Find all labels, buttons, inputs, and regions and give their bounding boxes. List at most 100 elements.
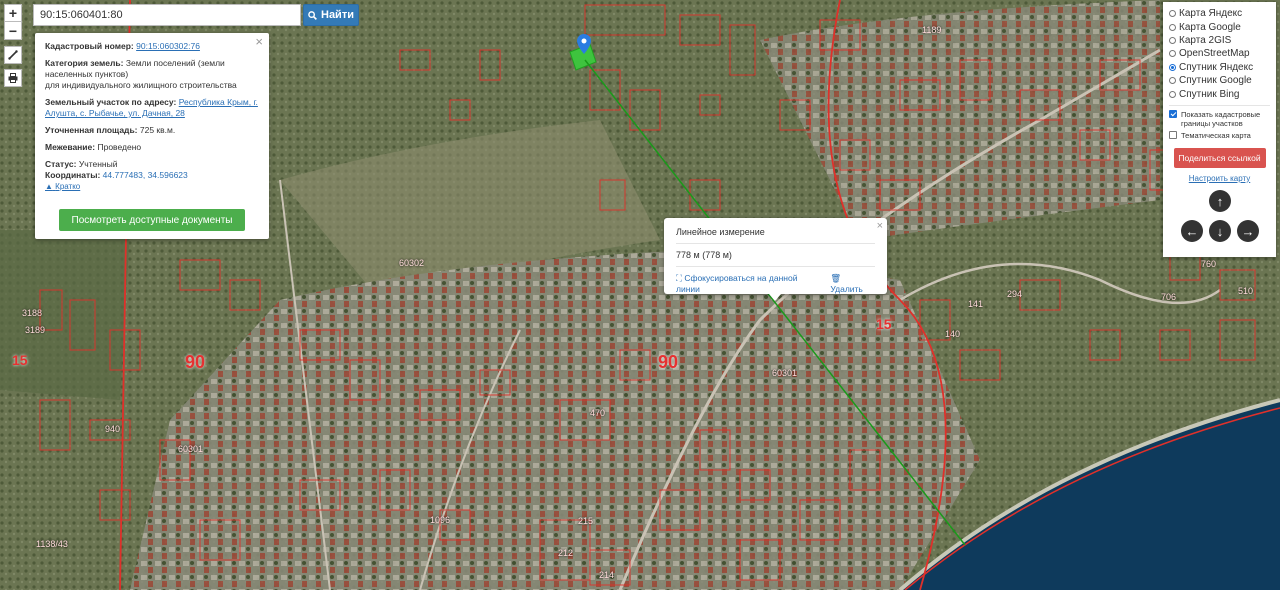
parcel-label: 470 — [590, 408, 606, 418]
parcel-label: 141 — [968, 299, 984, 309]
ruler-icon — [8, 50, 18, 60]
parcel-label: 215 — [578, 516, 594, 526]
address-label: Земельный участок по адресу: — [45, 97, 177, 107]
usage-value: для индивидуального жилищного строительс… — [45, 80, 237, 90]
layer-option-label: Карта Яндекс — [1179, 8, 1243, 20]
arrow-left-icon: ← — [1185, 223, 1199, 239]
print-button[interactable] — [4, 69, 22, 87]
layer-option[interactable]: Карта Google — [1169, 20, 1270, 33]
quarter-label: 60301 — [772, 368, 798, 378]
survey-value: Проведено — [97, 142, 142, 152]
coords-label: Координаты: — [45, 170, 101, 180]
layer-option-label: Карта Google — [1179, 21, 1241, 33]
parcel-label: 3189 — [25, 325, 46, 335]
parcel-label: 140 — [945, 329, 961, 339]
parcel-label: 706 — [1161, 292, 1177, 302]
collapse-label: Кратко — [55, 182, 81, 191]
parcel-label: 3188 — [22, 308, 43, 318]
radio-icon — [1169, 90, 1176, 98]
pan-right-button[interactable]: → — [1237, 220, 1259, 242]
checkbox-checked-icon — [1169, 109, 1177, 118]
measure-popup: × Линейное измерение 778 м (778 м) ⛶ Сфо… — [664, 218, 887, 294]
survey-label: Межевание: — [45, 142, 96, 152]
parcel-label: 940 — [105, 424, 121, 434]
setup-map-link[interactable]: Настроить карту — [1169, 174, 1270, 183]
arrow-right-icon: → — [1241, 223, 1255, 239]
zoom-in-button[interactable]: + — [4, 4, 22, 22]
coords-value: 44.777483, 34.596623 — [102, 170, 188, 180]
find-button[interactable]: Найти — [303, 4, 359, 26]
layer-option[interactable]: Карта Яндекс — [1169, 7, 1270, 20]
focus-icon: ⛶ — [676, 273, 682, 283]
cadastral-label: Кадастровый номер: — [45, 41, 134, 51]
caret-up-icon: ▲ — [45, 182, 53, 191]
radio-icon — [1169, 23, 1176, 31]
quarter-label: 60302 — [399, 258, 425, 268]
district-label: 15 — [12, 352, 28, 368]
measure-distance: 778 м (778 м) — [676, 250, 732, 260]
show-cadastral-checkbox[interactable]: Показать кадастровые границы участков — [1169, 109, 1270, 128]
radio-icon — [1169, 10, 1176, 18]
radio-selected-icon — [1169, 63, 1176, 71]
measure-title: Линейное измерение — [676, 227, 765, 237]
radio-icon — [1169, 77, 1176, 85]
pan-down-button[interactable]: ↓ — [1209, 220, 1231, 242]
area-label: Уточненная площадь: — [45, 125, 138, 135]
collapse-link[interactable]: ▲ Кратко — [45, 181, 259, 192]
layer-option-label: OpenStreetMap — [1179, 48, 1250, 60]
area-value: 725 кв.м. — [139, 125, 176, 135]
focus-line-button[interactable]: ⛶ Сфокусироваться на данной линии — [676, 273, 820, 294]
parcel-label: 294 — [1007, 289, 1023, 299]
district-label: 90 — [658, 352, 679, 372]
parcel-label: 214 — [599, 570, 615, 580]
district-label: 90 — [185, 352, 206, 372]
layer-option[interactable]: Спутник Яндекс — [1169, 61, 1270, 74]
search-icon — [308, 10, 317, 20]
pan-up-button[interactable]: ↑ — [1209, 190, 1231, 212]
radio-icon — [1169, 50, 1176, 58]
arrow-up-icon: ↑ — [1216, 193, 1224, 209]
layer-option[interactable]: Спутник Bing — [1169, 87, 1270, 100]
focus-line-label: Сфокусироваться на данной линии — [676, 273, 798, 294]
status-value: Учтенный — [78, 159, 118, 169]
thematic-map-label: Тематическая карта — [1181, 130, 1251, 140]
popup-pointer — [769, 294, 781, 301]
parcel-label: 760 — [1201, 259, 1217, 269]
thematic-map-checkbox[interactable]: Тематическая карта — [1169, 130, 1270, 140]
category-label: Категория земель: — [45, 58, 124, 68]
view-documents-button[interactable]: Посмотреть доступные документы — [59, 209, 245, 231]
radio-icon — [1169, 36, 1176, 44]
zoom-control: + − — [4, 4, 22, 40]
parcel-label: 212 — [558, 548, 574, 558]
layers-panel: Карта Яндекс Карта Google Карта 2GIS OpenSt… — [1163, 2, 1276, 257]
share-link-button[interactable]: Поделиться ссылкой — [1173, 147, 1266, 168]
find-button-label: Найти — [321, 9, 354, 21]
zoom-out-button[interactable]: − — [4, 22, 22, 40]
delete-line-label: Удалить — [830, 284, 863, 294]
show-cadastral-label: Показать кадастровые границы участков — [1181, 109, 1261, 128]
layer-option[interactable]: Спутник Google — [1169, 74, 1270, 87]
status-label: Статус: — [45, 159, 77, 169]
cadastral-search-input[interactable] — [33, 4, 301, 26]
parcel-info-card: × Кадастровый номер: 90:15:060302:76 Кат… — [35, 33, 269, 239]
trash-icon: 🗑 — [830, 273, 842, 283]
parcel-label: 1138/43 — [36, 539, 68, 549]
layer-option-label: Спутник Яндекс — [1179, 61, 1254, 73]
district-label: 15 — [876, 316, 892, 332]
arrow-down-icon: ↓ — [1216, 223, 1224, 239]
delete-line-button[interactable]: 🗑 Удалить — [830, 273, 875, 294]
pan-left-button[interactable]: ← — [1181, 220, 1203, 242]
parcel-label: 1189 — [922, 25, 942, 35]
quarter-label: 60301 — [178, 444, 204, 454]
pan-control: ↑ ← ↓ → — [1179, 190, 1261, 246]
parcel-label: 1096 — [430, 515, 451, 525]
ruler-tool-button[interactable] — [4, 46, 22, 64]
layer-option-label: Спутник Google — [1179, 75, 1252, 87]
layer-option[interactable]: Карта 2GIS — [1169, 34, 1270, 47]
layer-option-label: Карта 2GIS — [1179, 34, 1232, 46]
cadastral-number-link[interactable]: 90:15:060302:76 — [136, 41, 200, 51]
close-icon[interactable]: × — [877, 220, 883, 232]
checkbox-unchecked-icon — [1169, 130, 1177, 139]
layer-option[interactable]: OpenStreetMap — [1169, 47, 1270, 60]
close-icon[interactable]: × — [255, 35, 263, 48]
